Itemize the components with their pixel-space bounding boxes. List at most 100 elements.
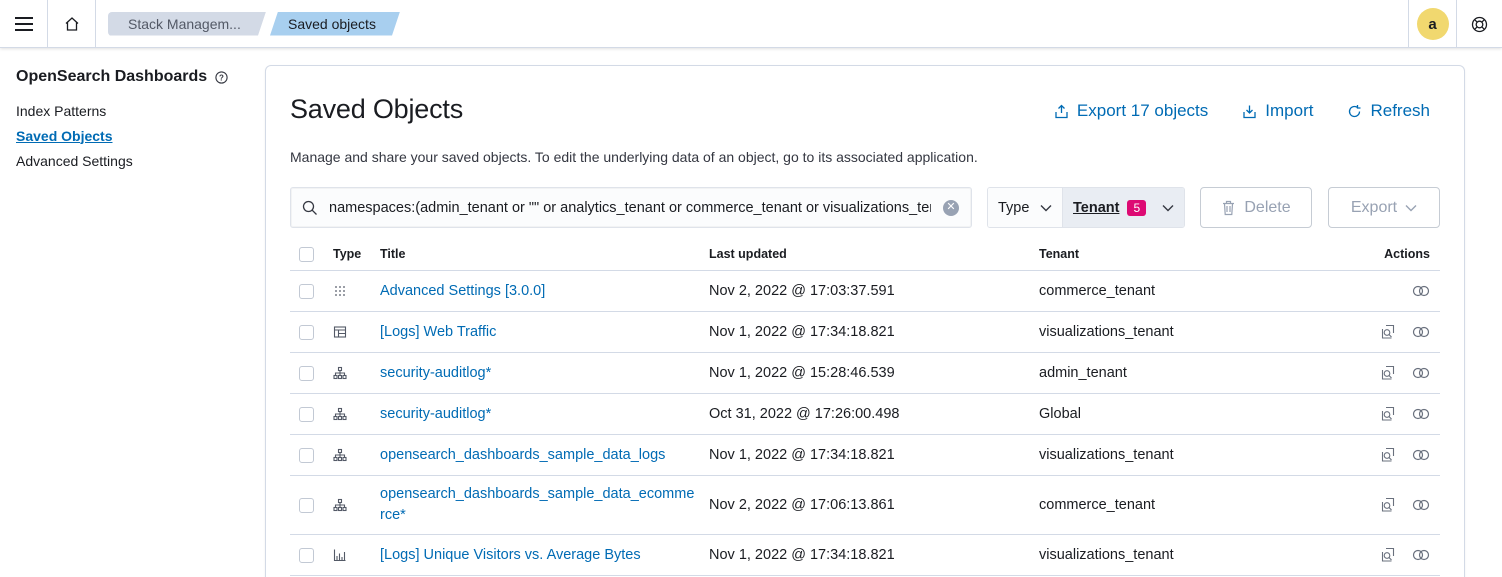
tenant-count-badge: 5 [1127, 199, 1147, 216]
table-header: Type Title Last updated Tenant Actions [290, 238, 1440, 271]
help-lifebuoy-icon [1471, 16, 1488, 32]
side-nav-title: OpenSearch Dashboards ? [16, 66, 246, 88]
export-label: Export [1350, 198, 1398, 216]
object-title-link[interactable]: [Logs] Web Traffic [380, 324, 496, 340]
avatar: a [1416, 8, 1449, 40]
saved-objects-table: Type Title Last updated Tenant Actions A… [290, 238, 1440, 576]
svg-text:?: ? [219, 73, 224, 82]
tenant-filter-button[interactable]: Tenant 5 [1063, 188, 1184, 227]
relationships-icon[interactable] [1412, 367, 1430, 379]
tenant-cell: visualizations_tenant [1039, 324, 1174, 340]
tenant-cell: visualizations_tenant [1039, 547, 1174, 563]
last-updated-cell: Nov 1, 2022 @ 17:34:18.821 [709, 547, 895, 563]
type-filter-label: Type [998, 199, 1030, 216]
index-pattern-icon [333, 407, 347, 421]
object-title-link[interactable]: [Logs] Unique Visitors vs. Average Bytes [380, 547, 641, 563]
side-nav: OpenSearch Dashboards ? Index Patterns S… [16, 66, 246, 173]
saved-objects-panel: Saved Objects Export 17 objects Import R… [265, 65, 1465, 577]
object-title-line: opensearch_dashboards_sample_data_ecomme [380, 486, 695, 502]
side-nav-title-text: OpenSearch Dashboards [16, 68, 208, 85]
help-button[interactable] [1456, 0, 1502, 48]
relationships-icon[interactable] [1412, 549, 1430, 561]
search-input[interactable] [329, 199, 931, 216]
refresh-button[interactable]: Refresh [1347, 101, 1430, 121]
object-title-line: rce* [380, 507, 406, 523]
row-checkbox[interactable] [299, 497, 314, 513]
object-title-link[interactable]: opensearch_dashboards_sample_data_logs [380, 447, 665, 463]
table-row: opensearch_dashboards_sample_data_logs N… [290, 435, 1440, 476]
index-pattern-icon [333, 366, 347, 380]
table-row: [Logs] Web Traffic Nov 1, 2022 @ 17:34:1… [290, 312, 1440, 353]
table-row: Advanced Settings [3.0.0] Nov 2, 2022 @ … [290, 271, 1440, 312]
table-row: opensearch_dashboards_sample_data_ecomme… [290, 476, 1440, 535]
sidebar-item-saved-objects[interactable]: Saved Objects [16, 123, 246, 148]
sidebar-item-index-patterns[interactable]: Index Patterns [16, 98, 246, 123]
row-checkbox[interactable] [299, 283, 314, 299]
inspect-icon[interactable] [1380, 406, 1396, 422]
export-all-button[interactable]: Export 17 objects [1054, 101, 1208, 121]
row-checkbox[interactable] [299, 406, 314, 422]
inspect-icon[interactable] [1380, 365, 1396, 381]
home-icon [65, 16, 78, 31]
breadcrumb: Stack Managem... Saved objects [108, 0, 400, 48]
sidebar-item-advanced-settings[interactable]: Advanced Settings [16, 148, 246, 173]
delete-button[interactable]: Delete [1200, 187, 1312, 228]
tenant-cell: admin_tenant [1039, 365, 1127, 381]
column-header-type[interactable]: Type [323, 247, 380, 261]
chevron-down-icon [1405, 204, 1417, 211]
chevron-down-icon [1040, 204, 1052, 211]
row-checkbox[interactable] [299, 324, 314, 340]
import-button[interactable]: Import [1242, 101, 1313, 121]
clear-icon: ✕ [943, 199, 959, 216]
tenant-cell: visualizations_tenant [1039, 447, 1174, 463]
menu-button[interactable] [0, 0, 48, 48]
import-icon [1243, 105, 1256, 118]
breadcrumb-label: Saved objects [288, 15, 376, 32]
table-row: security-auditlog* Nov 1, 2022 @ 15:28:4… [290, 353, 1440, 394]
refresh-icon [1349, 104, 1361, 117]
breadcrumb-label: Stack Managem... [128, 15, 241, 32]
export-all-label: Export 17 objects [1076, 101, 1209, 120]
breadcrumb-stack-management[interactable]: Stack Managem... [108, 12, 266, 36]
dashboard-icon [333, 326, 347, 338]
table-row: security-auditlog* Oct 31, 2022 @ 17:26:… [290, 394, 1440, 435]
last-updated-cell: Nov 1, 2022 @ 17:34:18.821 [709, 447, 895, 463]
row-checkbox[interactable] [299, 447, 314, 463]
page-description: Manage and share your saved objects. To … [290, 149, 978, 165]
relationships-icon[interactable] [1412, 408, 1430, 420]
object-title-link[interactable]: security-auditlog* [380, 365, 491, 381]
table-row: [Logs] Unique Visitors vs. Average Bytes… [290, 535, 1440, 576]
inspect-icon[interactable] [1380, 324, 1396, 340]
export-icon [1055, 104, 1068, 118]
row-checkbox[interactable] [299, 365, 314, 381]
export-button[interactable]: Export [1328, 187, 1440, 228]
object-title-link[interactable]: Advanced Settings [3.0.0] [380, 283, 545, 299]
column-header-title[interactable]: Title [380, 247, 709, 261]
inspect-icon[interactable] [1380, 547, 1396, 563]
question-icon[interactable]: ? [215, 70, 228, 84]
home-button[interactable] [48, 0, 96, 48]
column-header-tenant[interactable]: Tenant [1039, 247, 1339, 261]
tenant-cell: Global [1039, 406, 1081, 422]
user-menu-button[interactable]: a [1408, 0, 1456, 48]
row-checkbox[interactable] [299, 547, 314, 563]
relationships-icon[interactable] [1412, 449, 1430, 461]
inspect-icon[interactable] [1380, 447, 1396, 463]
index-pattern-icon [333, 498, 347, 512]
page-title: Saved Objects [290, 94, 463, 124]
hamburger-icon [14, 16, 33, 31]
clear-search-button[interactable]: ✕ [931, 199, 971, 216]
relationships-icon[interactable] [1412, 326, 1430, 338]
advanced-settings-icon [335, 286, 345, 296]
delete-label: Delete [1244, 198, 1291, 216]
type-filter-button[interactable]: Type [988, 188, 1063, 227]
relationships-icon[interactable] [1412, 499, 1430, 511]
select-all-checkbox[interactable] [299, 246, 314, 262]
import-label: Import [1265, 101, 1314, 120]
filter-group: Type Tenant 5 [987, 187, 1185, 228]
object-title-link[interactable]: security-auditlog* [380, 406, 491, 422]
inspect-icon[interactable] [1380, 497, 1396, 513]
relationships-icon[interactable] [1412, 285, 1430, 297]
column-header-last-updated[interactable]: Last updated [709, 247, 1039, 261]
object-title-link[interactable]: opensearch_dashboards_sample_data_ecomme… [380, 484, 709, 526]
